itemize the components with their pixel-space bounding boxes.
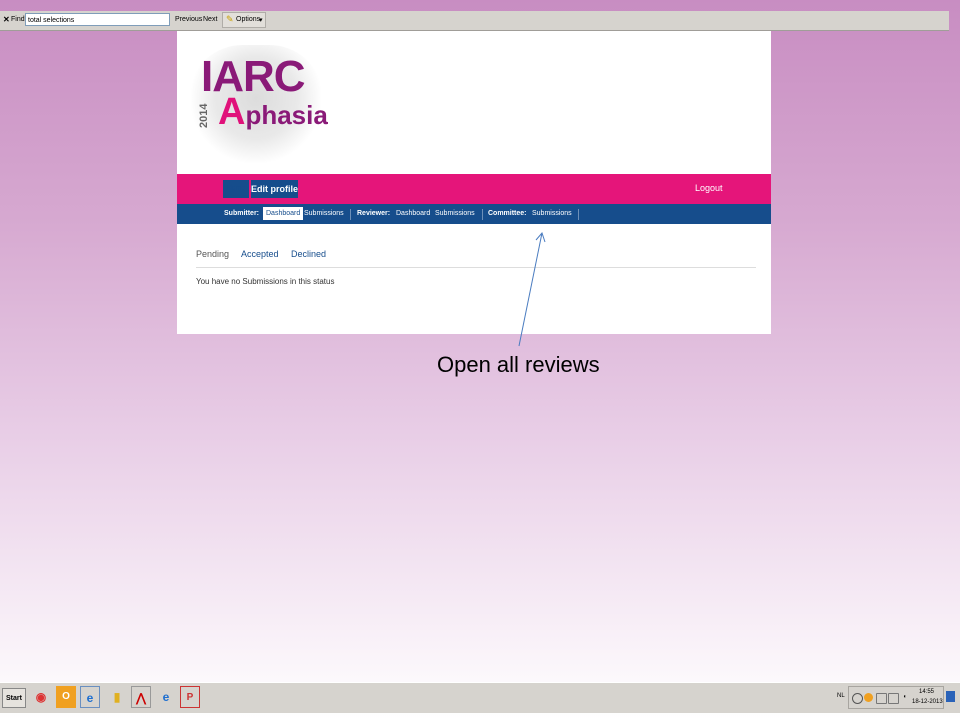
submitter-submissions-tab[interactable]: Submissions [304, 210, 344, 217]
show-desktop-button[interactable] [946, 691, 955, 702]
divider [578, 209, 579, 220]
previous-button[interactable]: Previous [175, 16, 202, 23]
clock-date[interactable]: 18-12-2013 [912, 699, 943, 705]
close-icon[interactable]: ✕ [3, 15, 10, 24]
tab-pending[interactable]: Pending [196, 249, 229, 259]
network-icon[interactable] [888, 693, 899, 704]
folder-icon[interactable]: ▮ [107, 686, 127, 708]
options-label: Options [236, 16, 261, 23]
edit-profile-button[interactable]: Edit profile [251, 180, 298, 198]
logo-year: 2014 [198, 103, 210, 128]
next-button[interactable]: Next [203, 16, 217, 23]
empty-state-message: You have no Submissions in this status [196, 277, 335, 286]
language-indicator[interactable]: NL [837, 693, 845, 699]
pencil-icon: ✎ [226, 14, 234, 24]
clock-time[interactable]: 14:55 [919, 689, 934, 695]
divider [350, 209, 351, 220]
flag-icon[interactable] [876, 693, 887, 704]
tabs-divider [196, 267, 756, 268]
sub-nav-bar: Submitter: Dashboard Submissions Reviewe… [177, 204, 771, 224]
home-button[interactable]: Home [223, 180, 249, 198]
reviewer-submissions-tab[interactable]: Submissions [435, 210, 475, 217]
ie-alt-icon[interactable]: e [156, 686, 176, 708]
logo-area: IARC 2014 Aphasia [177, 31, 771, 174]
tray-outlook-icon[interactable] [864, 693, 873, 702]
reviewer-dashboard-tab[interactable]: Dashboard [396, 210, 430, 217]
tab-declined[interactable]: Declined [291, 249, 326, 259]
tab-accepted[interactable]: Accepted [241, 249, 279, 259]
logo-aphasia: Aphasia [218, 93, 328, 139]
main-nav-bar: Home Edit profile Logout [177, 174, 771, 204]
annotation-text: Open all reviews [437, 352, 600, 377]
start-button[interactable]: Start [2, 688, 26, 708]
committee-submissions-tab[interactable]: Submissions [532, 210, 572, 217]
chevron-down-icon: ▾ [259, 17, 263, 24]
powerpoint-icon[interactable]: P [180, 686, 200, 708]
ie-icon[interactable]: e [80, 686, 100, 708]
find-input[interactable]: total selections [25, 13, 170, 26]
submitter-label: Submitter: [224, 210, 259, 217]
logo-aphasia-rest: phasia [245, 100, 328, 130]
logo-aphasia-initial: A [218, 91, 246, 133]
system-tray: ◖ 14:55 18-12-2013 [848, 686, 944, 709]
acrobat-icon[interactable]: ⋀ [131, 686, 151, 708]
logout-link[interactable]: Logout [695, 183, 723, 193]
outlook-icon[interactable]: O [56, 686, 76, 708]
committee-label: Committee: [488, 210, 527, 217]
reviewer-label: Reviewer: [357, 210, 391, 217]
options-button[interactable]: ✎ Options ▾ [222, 12, 266, 28]
find-bar: ✕ Find: total selections Previous Next ✎… [0, 11, 949, 31]
chrome-icon[interactable]: ◉ [31, 686, 51, 708]
page-panel: IARC 2014 Aphasia Home Edit profile Logo… [177, 31, 771, 334]
speaker-icon[interactable]: ◖ [900, 693, 909, 702]
submitter-dashboard-tab[interactable]: Dashboard [263, 207, 304, 220]
divider [482, 209, 483, 220]
tray-app-icon[interactable] [852, 693, 863, 704]
taskbar: Start ◉ O e ▮ ⋀ e P NL ◖ 14:55 18-12-201… [0, 682, 960, 713]
